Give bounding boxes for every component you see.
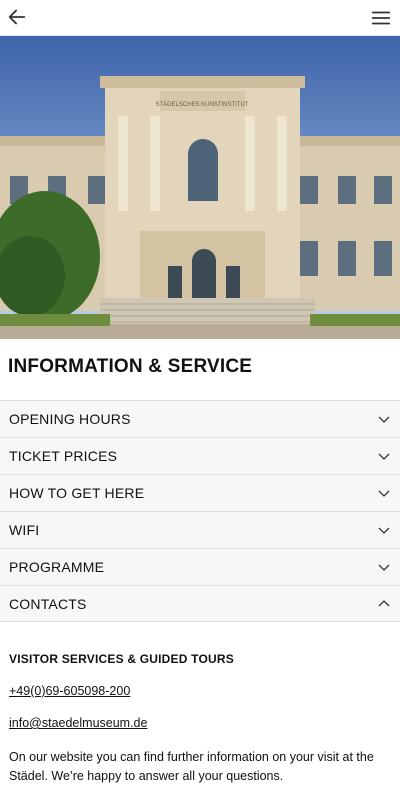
back-button[interactable] [6,6,28,28]
contacts-panel: VISITOR SERVICES & GUIDED TOURS +49(0)69… [9,652,394,786]
top-bar [0,0,400,36]
info-accordion: OPENING HOURS TICKET PRICES HOW TO GET H… [0,400,400,622]
accordion-label: CONTACTS [9,596,87,612]
accordion-item-wifi[interactable]: WIFI [0,511,400,548]
contacts-description: On our website you can find further info… [9,750,374,783]
arrow-left-icon [8,9,26,25]
museum-building-image: STÄDELSCHES KUNSTINSTITUT [0,36,400,339]
accordion-label: HOW TO GET HERE [9,485,145,501]
hero-image: STÄDELSCHES KUNSTINSTITUT [0,36,400,339]
page-title: INFORMATION & SERVICE [8,356,253,377]
accordion-item-contacts[interactable]: CONTACTS [0,585,400,622]
accordion-item-ticket-prices[interactable]: TICKET PRICES [0,437,400,474]
phone-link[interactable]: +49(0)69-605098-200 [9,684,394,698]
chevron-down-icon [378,490,390,497]
accordion-item-how-to-get-here[interactable]: HOW TO GET HERE [0,474,400,511]
accordion-label: OPENING HOURS [9,411,131,427]
accordion-label: TICKET PRICES [9,448,118,464]
email-link[interactable]: info@staedelmuseum.de [9,716,394,730]
chevron-down-icon [378,453,390,460]
chevron-down-icon [378,564,390,571]
accordion-item-opening-hours[interactable]: OPENING HOURS [0,400,400,437]
facade-inscription: STÄDELSCHES KUNSTINSTITUT [155,101,248,108]
chevron-down-icon [378,527,390,534]
accordion-label: WIFI [9,522,40,538]
accordion-label: PROGRAMME [9,559,105,575]
chevron-down-icon [378,416,390,423]
accordion-item-programme[interactable]: PROGRAMME [0,548,400,585]
chevron-up-icon [378,600,390,607]
contacts-heading: VISITOR SERVICES & GUIDED TOURS [9,652,234,666]
hamburger-icon [371,11,391,25]
menu-button[interactable] [370,7,392,29]
